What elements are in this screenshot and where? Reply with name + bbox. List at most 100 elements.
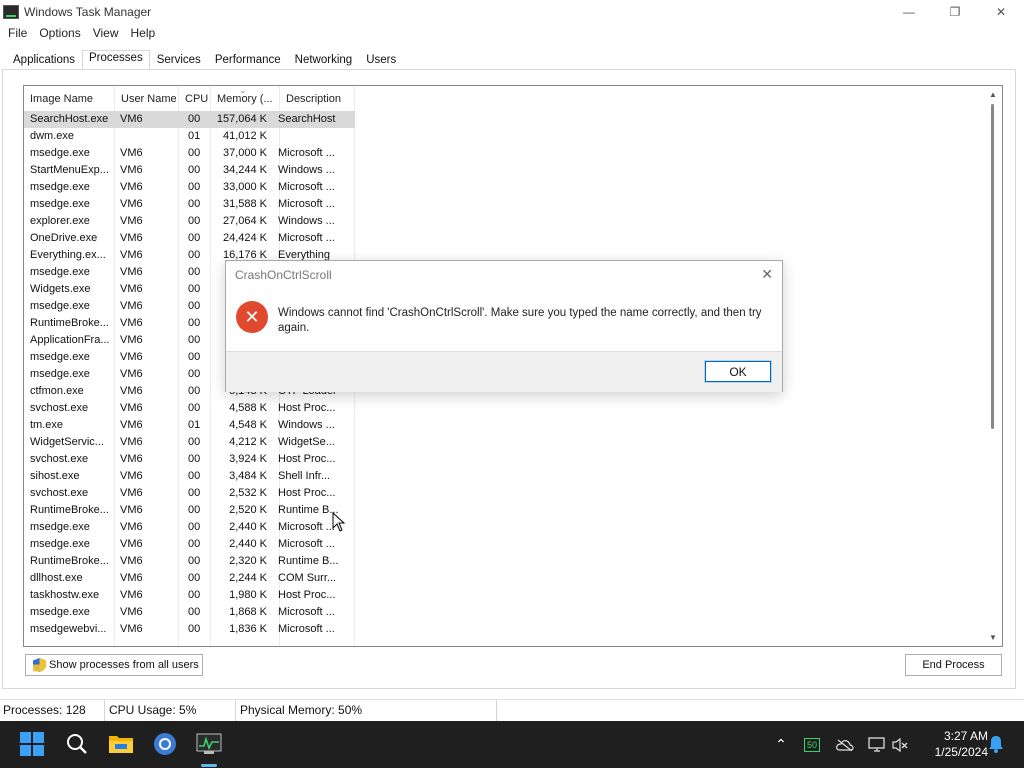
process-user: VM6 [120,198,143,210]
volume-muted-icon[interactable] [892,737,910,753]
table-row[interactable]: msedge.exe VM6 00 1,868 K Microsoft ... [24,604,355,621]
tab-applications[interactable]: Applications [6,51,82,69]
menu-options[interactable]: Options [33,26,86,40]
process-memory: 157,064 K [216,113,267,125]
tab-users[interactable]: Users [359,51,403,69]
process-cpu: 00 [188,215,201,227]
table-row[interactable]: dwm.exe 01 41,012 K [24,128,355,145]
table-row[interactable]: SearchHost.exe VM6 00 157,064 K SearchHost [24,111,355,128]
process-description: Microsoft ... [278,147,335,159]
process-memory: 4,588 K [229,402,267,414]
table-row[interactable]: StartMenuExp... VM6 00 34,244 K Windows ... [24,162,355,179]
close-button[interactable]: ✕ [978,0,1024,23]
table-row[interactable]: msedge.exe VM6 00 33,000 K Microsoft ... [24,179,355,196]
end-process-button[interactable]: End Process [905,654,1002,676]
table-row[interactable]: explorer.exe VM6 00 27,064 K Windows ... [24,213,355,230]
show-all-processes-button[interactable]: Show processes from all users [25,654,203,676]
scroll-thumb[interactable] [991,104,994,429]
process-user: VM6 [120,470,143,482]
table-row[interactable]: taskhostw.exe VM6 00 1,980 K Host Proc... [24,587,355,604]
vertical-scrollbar[interactable]: ▲ ▼ [985,86,1002,646]
menu-help[interactable]: Help [125,26,162,40]
process-memory: 2,532 K [229,487,267,499]
table-row[interactable]: svchost.exe VM6 00 4,588 K Host Proc... [24,400,355,417]
table-row[interactable]: svchost.exe VM6 00 2,532 K Host Proc... [24,485,355,502]
process-name: msedge.exe [30,606,90,618]
process-cpu: 00 [188,283,201,295]
process-name: ctfmon.exe [30,385,84,397]
onedrive-icon[interactable] [836,739,854,751]
chrome-icon[interactable] [150,729,180,759]
scroll-down-icon[interactable]: ▼ [989,633,997,642]
process-memory: 2,320 K [229,555,267,567]
close-icon: ✕ [995,4,1007,19]
dialog-body: ✕ Windows cannot find 'CrashOnCtrlScroll… [226,290,782,351]
process-name: Everything.ex... [30,249,106,261]
clock-date: 1/25/2024 [934,745,988,759]
maximize-button[interactable]: ❐ [932,0,978,23]
table-row[interactable]: dllhost.exe VM6 00 2,244 K COM Surr... [24,570,355,587]
column-memory[interactable]: ⌄ Memory (... [211,86,280,112]
task-manager-icon [3,4,19,19]
table-row[interactable]: msedge.exe VM6 00 31,588 K Microsoft ... [24,196,355,213]
scroll-up-icon[interactable]: ▲ [989,90,997,99]
process-name: RuntimeBroke... [30,317,109,329]
table-row[interactable]: msedge.exe VM6 00 2,440 K Microsoft ... [24,536,355,553]
file-explorer-icon[interactable] [106,729,136,759]
process-cpu: 00 [188,589,201,601]
process-description: Microsoft ... [278,181,335,193]
table-row[interactable]: msedge.exe VM6 00 37,000 K Microsoft ... [24,145,355,162]
process-memory: 24,424 K [222,232,267,244]
process-description: Windows ... [278,164,335,176]
process-memory: 27,064 K [222,215,267,227]
process-cpu: 01 [188,130,201,142]
table-row[interactable]: RuntimeBroke... VM6 00 2,520 K Runtime B... [24,502,355,519]
column-image-name[interactable]: Image Name [24,86,115,112]
process-cpu: 00 [188,402,201,414]
dialog-close-icon[interactable]: ✕ [761,266,773,283]
taskbar-clock[interactable]: 3:27 AM 1/25/2024 [918,728,988,760]
tab-networking[interactable]: Networking [288,51,360,69]
ok-button[interactable]: OK [704,360,772,383]
menu-view[interactable]: View [87,26,125,40]
process-cpu: 01 [188,419,201,431]
windows-start-icon[interactable] [17,729,47,759]
tab-performance[interactable]: Performance [208,51,288,69]
table-row[interactable]: OneDrive.exe VM6 00 24,424 K Microsoft ... [24,230,355,247]
table-row[interactable]: RuntimeBroke... VM6 00 2,320 K Runtime B... [24,553,355,570]
tab-services[interactable]: Services [150,51,208,69]
menu-file[interactable]: File [2,26,33,40]
search-icon[interactable] [62,729,92,759]
process-memory: 2,244 K [229,572,267,584]
table-row[interactable]: WidgetServic... VM6 00 4,212 K WidgetSe... [24,434,355,451]
process-name: sihost.exe [30,470,80,482]
process-memory: 41,012 K [222,130,267,142]
column-description[interactable]: Description [280,86,355,112]
process-name: SearchHost.exe [30,113,109,125]
process-cpu: 00 [188,198,201,210]
network-icon[interactable] [868,736,886,753]
minimize-button[interactable]: — [886,0,932,23]
column-user-name[interactable]: User Name [115,86,179,112]
task-manager-taskbar-icon[interactable] [194,729,224,759]
tab-processes[interactable]: Processes [82,50,150,69]
table-row[interactable]: tm.exe VM6 01 4,548 K Windows ... [24,417,355,434]
process-user: VM6 [120,504,143,516]
process-description: Host Proc... [278,487,336,499]
table-row[interactable]: svchost.exe VM6 00 3,924 K Host Proc... [24,451,355,468]
process-name: dwm.exe [30,130,75,142]
process-name: svchost.exe [30,453,89,465]
performance-tray-icon[interactable]: 50 [804,737,820,752]
process-user: VM6 [120,436,143,448]
table-row[interactable]: sihost.exe VM6 00 3,484 K Shell Infr... [24,468,355,485]
column-cpu[interactable]: CPU [179,86,211,112]
table-row[interactable]: msedgewebvi... VM6 00 1,836 K Microsoft ... [24,621,355,638]
notification-bell-icon[interactable] [984,729,1008,759]
dialog-title: CrashOnCtrlScroll [235,268,332,282]
process-user: VM6 [120,487,143,499]
process-name: msedge.exe [30,266,90,278]
chevron-up-icon[interactable]: ⌃ [772,736,790,753]
process-description: Host Proc... [278,589,336,601]
process-name: msedgewebvi... [30,623,107,635]
table-row[interactable]: msedge.exe VM6 00 2,440 K Microsoft ... [24,519,355,536]
